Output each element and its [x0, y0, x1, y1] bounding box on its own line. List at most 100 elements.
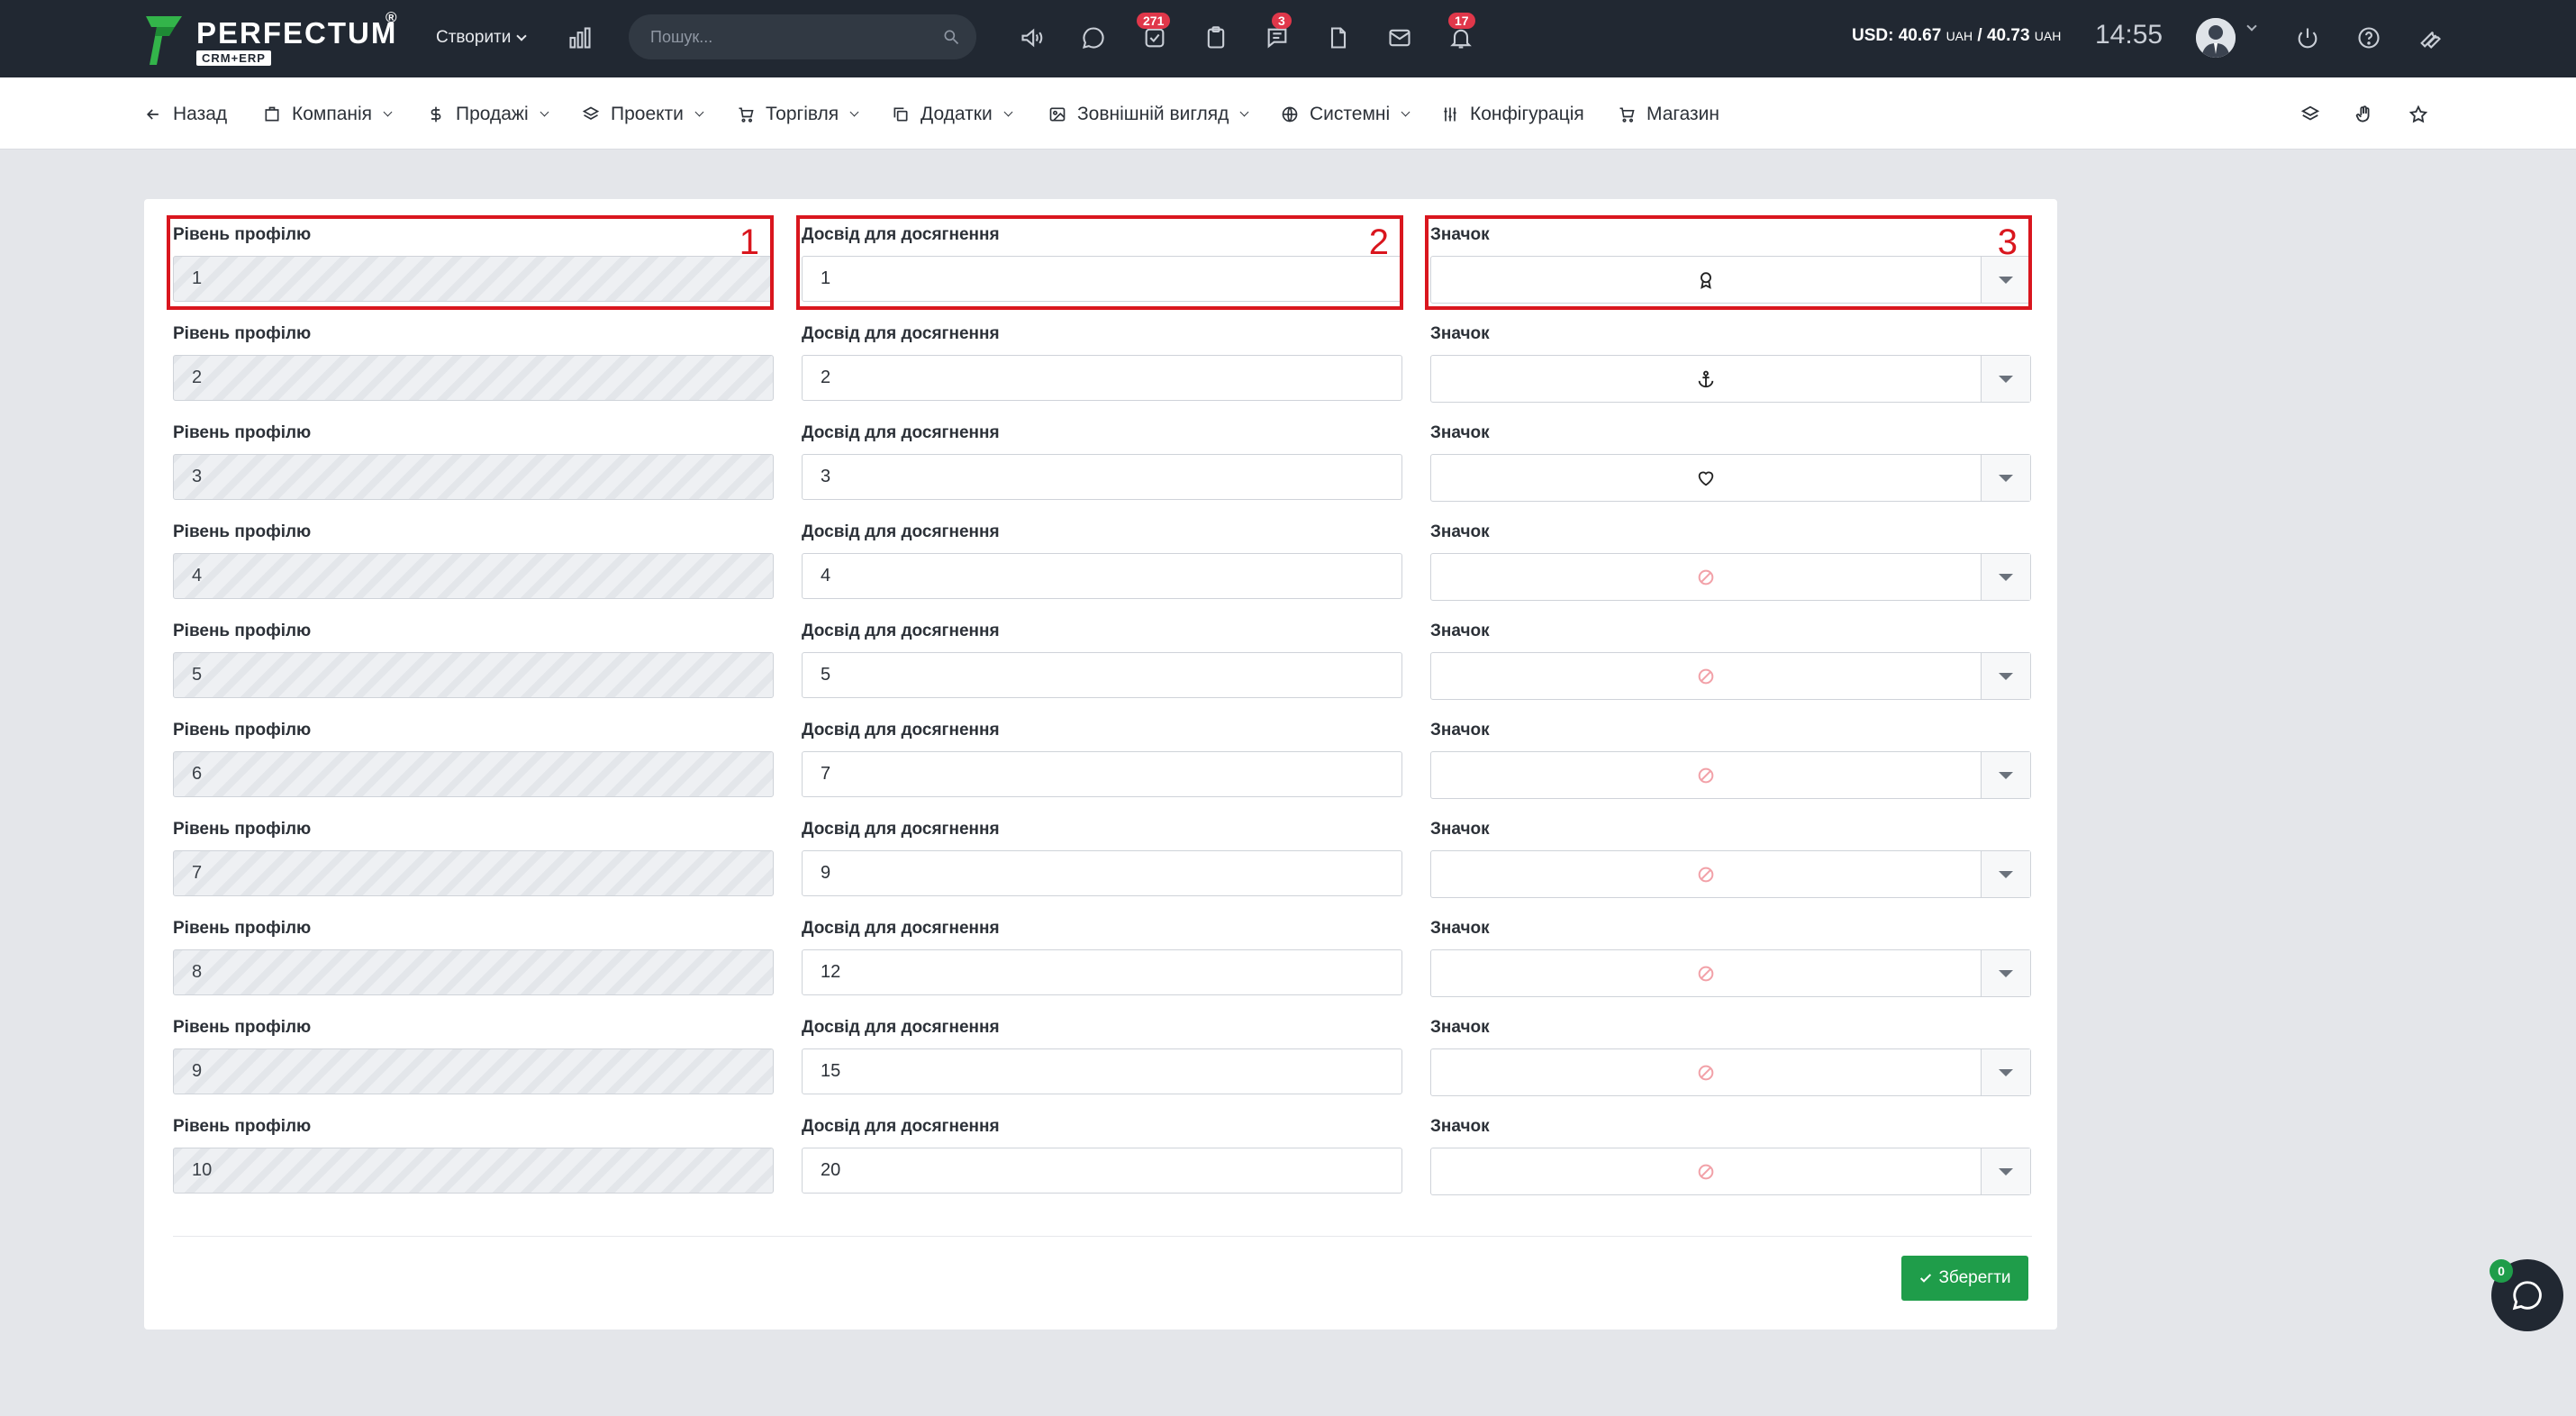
- hand-button[interactable]: [2351, 101, 2378, 128]
- logo[interactable]: PERFECTUM ® CRM+ERP: [144, 9, 405, 67]
- notifications-button[interactable]: 17: [1443, 13, 1479, 56]
- none-icon: [1431, 1049, 1981, 1095]
- profile-level-input[interactable]: 10: [173, 1148, 774, 1194]
- profile-level-input[interactable]: 9: [173, 1048, 774, 1094]
- caret-down-icon: [1999, 672, 2013, 680]
- profile-level-label: Рівень профілю: [173, 1117, 312, 1136]
- nav-projects-label: Проекти: [611, 104, 684, 124]
- announcements-button[interactable]: [1014, 20, 1050, 56]
- dropdown-toggle[interactable]: [1981, 851, 2030, 897]
- experience-input[interactable]: 12: [802, 949, 1402, 995]
- level-row: Рівень профілю 5 Досвід для досягнення 5 Зна…: [173, 613, 2032, 703]
- nav-addons[interactable]: Додатки: [892, 101, 1013, 128]
- nav-appearance[interactable]: Зовнішній вигляд: [1048, 101, 1249, 128]
- caret-down-icon: [1999, 375, 2013, 383]
- badge-icon-select[interactable]: [1430, 454, 2031, 502]
- nav-company[interactable]: Компанія: [263, 101, 393, 128]
- search-input[interactable]: [650, 25, 921, 49]
- profile-level-label: Рівень профілю: [173, 522, 312, 541]
- stack-icon: [2300, 105, 2320, 121]
- annotation-number-2: 2: [1368, 222, 1389, 262]
- badge-icon-select[interactable]: [1430, 949, 2031, 997]
- profile-level-input[interactable]: 7: [173, 850, 774, 896]
- badge-icon-label: Значок: [1430, 324, 1490, 343]
- badge-icon-field: Значок: [1430, 414, 2031, 502]
- nav-system[interactable]: Системні: [1281, 101, 1410, 128]
- badge-icon-label: Значок: [1430, 622, 1490, 640]
- badge-icon-select[interactable]: [1430, 1048, 2031, 1096]
- profile-level-input[interactable]: 8: [173, 949, 774, 995]
- dropdown-toggle[interactable]: [1981, 752, 2030, 798]
- wrench-icon: [2420, 31, 2441, 49]
- experience-input[interactable]: 2: [802, 355, 1402, 401]
- experience-input[interactable]: 5: [802, 652, 1402, 698]
- layers-button[interactable]: [2297, 101, 2324, 128]
- badge-icon-select[interactable]: [1430, 751, 2031, 799]
- nav-trade[interactable]: Торгівля: [737, 101, 859, 128]
- mail-button[interactable]: [1382, 20, 1418, 56]
- avatar[interactable]: [2196, 18, 2236, 58]
- save-button[interactable]: Зберегти: [1901, 1256, 2028, 1301]
- profile-level-input[interactable]: 2: [173, 355, 774, 401]
- dropdown-toggle[interactable]: [1981, 950, 2030, 996]
- messages-button[interactable]: 3: [1259, 13, 1295, 56]
- chat-badge: 0: [2490, 1259, 2513, 1283]
- highlight-box-3: 3: [1425, 215, 2032, 310]
- search-icon: [944, 30, 959, 45]
- sliders-icon: [1444, 107, 1456, 122]
- dropdown-toggle[interactable]: [1981, 653, 2030, 699]
- nav-shop[interactable]: Магазин: [1618, 101, 1719, 128]
- profile-level-input[interactable]: 4: [173, 553, 774, 599]
- profile-level-label: Рівень профілю: [173, 622, 312, 640]
- experience-input[interactable]: 7: [802, 751, 1402, 797]
- profile-level-input[interactable]: 3: [173, 454, 774, 500]
- documents-button[interactable]: [1320, 20, 1356, 56]
- chevron-down-icon: [540, 107, 549, 117]
- badge-icon-select[interactable]: [1430, 355, 2031, 403]
- nav-projects[interactable]: Проекти: [582, 101, 704, 128]
- search-box[interactable]: [629, 14, 976, 59]
- experience-input[interactable]: 4: [802, 553, 1402, 599]
- help-button[interactable]: [2351, 20, 2387, 56]
- badge-icon-label: Значок: [1430, 1117, 1490, 1136]
- dropdown-toggle[interactable]: [1981, 1049, 2030, 1095]
- tasks-button[interactable]: 271: [1137, 13, 1173, 56]
- experience-input[interactable]: 15: [802, 1048, 1402, 1094]
- favorites-button[interactable]: [2405, 101, 2432, 128]
- comments-button[interactable]: [1075, 20, 1111, 56]
- experience-input[interactable]: 3: [802, 454, 1402, 500]
- dropdown-toggle[interactable]: [1981, 356, 2030, 402]
- dropdown-toggle[interactable]: [1981, 455, 2030, 501]
- badge-icon-select[interactable]: [1430, 850, 2031, 898]
- badge-icon-field: Значок: [1430, 910, 2031, 997]
- logout-button[interactable]: [2290, 20, 2326, 56]
- settings-button[interactable]: [2412, 20, 2448, 56]
- experience-label: Досвід для досягнення: [802, 1117, 1000, 1136]
- nav-addons-label: Додатки: [921, 104, 993, 124]
- nav-config-label: Конфігурація: [1470, 104, 1584, 124]
- badge-icon-select[interactable]: [1430, 553, 2031, 601]
- experience-field: Досвід для досягнення 9: [802, 811, 1402, 896]
- nav-sales[interactable]: Продажі: [427, 101, 549, 128]
- create-menu-button[interactable]: Створити: [436, 25, 528, 50]
- experience-input[interactable]: 20: [802, 1148, 1402, 1194]
- dropdown-toggle[interactable]: [1981, 1148, 2030, 1194]
- nav-config[interactable]: Конфігурація: [1441, 101, 1584, 128]
- badge-icon-select[interactable]: [1430, 1148, 2031, 1195]
- caret-down-icon: [1999, 474, 2013, 482]
- profile-level-input[interactable]: 5: [173, 652, 774, 698]
- profile-level-field: Рівень профілю 2: [173, 315, 774, 401]
- brand-name: PERFECTUM: [196, 16, 398, 50]
- profile-level-input[interactable]: 6: [173, 751, 774, 797]
- experience-label: Досвід для досягнення: [802, 919, 1000, 938]
- clipboard-button[interactable]: [1198, 20, 1234, 56]
- badge-icon-select[interactable]: [1430, 652, 2031, 700]
- nav-back[interactable]: Назад: [144, 101, 227, 128]
- dropdown-toggle[interactable]: [1981, 554, 2030, 600]
- reports-button[interactable]: [562, 20, 598, 56]
- experience-input[interactable]: 9: [802, 850, 1402, 896]
- chevron-down-icon: [849, 107, 859, 117]
- chevron-down-icon: [516, 30, 528, 41]
- profile-level-label: Рівень профілю: [173, 919, 312, 938]
- chevron-down-icon[interactable]: [2246, 21, 2257, 32]
